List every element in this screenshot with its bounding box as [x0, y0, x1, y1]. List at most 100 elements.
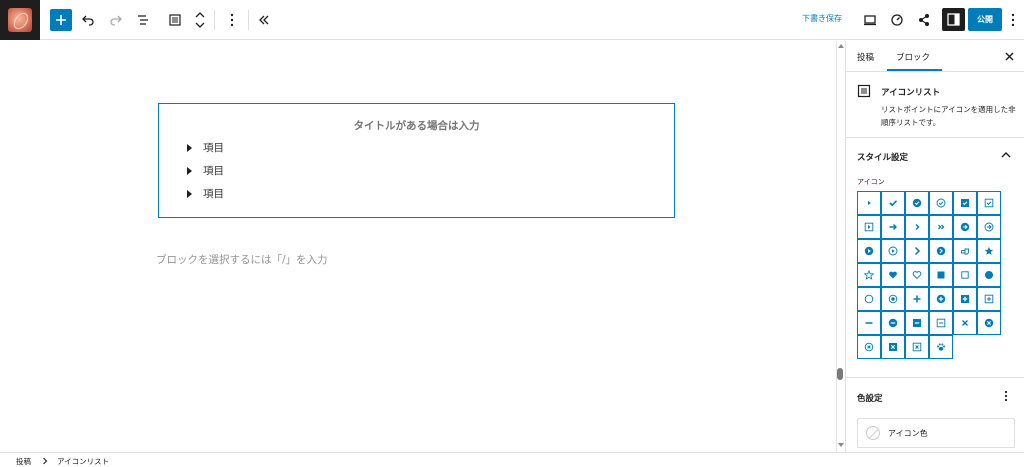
breadcrumb-post[interactable]: 投稿 [16, 456, 31, 467]
icon-option[interactable] [881, 191, 905, 215]
icon-option[interactable] [977, 191, 1001, 215]
list-item[interactable]: 項目 [187, 186, 224, 201]
chevron-up-icon[interactable] [1000, 149, 1012, 161]
icon-option[interactable] [905, 215, 929, 239]
icon-option[interactable] [977, 239, 1001, 263]
icon-option[interactable] [929, 215, 953, 239]
icon-option[interactable] [977, 263, 1001, 287]
block-options-button[interactable] [220, 8, 244, 32]
settings-sidebar: 投稿 ブロック アイコンリスト リストポイントにアイコンを適用した非順序リストで… [845, 41, 1024, 452]
icon-option[interactable] [953, 311, 977, 335]
icon-option[interactable] [953, 191, 977, 215]
close-sidebar-button[interactable] [1002, 49, 1016, 63]
icon-option[interactable] [905, 263, 929, 287]
editor-toolbar: 下書き保存 公開 [0, 0, 1024, 40]
arrow-circle-outline-icon [984, 222, 994, 232]
hand-point-icon [961, 248, 969, 255]
share-button[interactable] [912, 8, 936, 32]
move-block-button[interactable] [188, 8, 212, 32]
toolbar-divider [214, 10, 215, 30]
icon-option[interactable] [857, 215, 881, 239]
icon-option[interactable] [953, 215, 977, 239]
square-filled-icon [937, 271, 945, 279]
site-logo[interactable] [0, 0, 40, 40]
icon-option[interactable] [881, 239, 905, 263]
icon-option[interactable] [929, 335, 953, 359]
plus-circle-filled-icon [936, 294, 946, 304]
save-draft-button[interactable]: 下書き保存 [802, 13, 842, 24]
icon-color-option[interactable]: アイコン色 [857, 418, 1015, 448]
list-view-button[interactable] [131, 8, 155, 32]
list-item[interactable]: 項目 [187, 163, 224, 178]
scroll-down-arrow[interactable] [838, 443, 844, 447]
collapse-icon [259, 15, 269, 25]
icon-option[interactable] [953, 263, 977, 287]
undo-button[interactable] [76, 8, 100, 32]
canvas-scrollbar[interactable] [836, 41, 845, 452]
icon-option[interactable] [857, 263, 881, 287]
double-chevron-right-icon [938, 224, 945, 230]
arrow-circle-filled-icon [960, 222, 970, 232]
icon-option[interactable] [881, 263, 905, 287]
undo-icon [82, 15, 94, 26]
icon-option[interactable] [881, 311, 905, 335]
collapse-toolbar-button[interactable] [252, 8, 276, 32]
icon-option[interactable] [905, 335, 929, 359]
breadcrumb: 投稿 アイコンリスト [0, 452, 1024, 467]
icon-option[interactable] [929, 263, 953, 287]
tab-post[interactable]: 投稿 [857, 51, 874, 63]
icon-option[interactable] [857, 287, 881, 311]
redo-button[interactable] [104, 8, 128, 32]
scrollbar-thumb[interactable] [837, 368, 843, 380]
times-circle-outline-icon [864, 342, 874, 352]
icon-option[interactable] [929, 239, 953, 263]
scroll-up-arrow[interactable] [838, 44, 844, 48]
list-view-icon [138, 15, 148, 25]
move-icon [195, 12, 205, 28]
preview-button[interactable] [858, 8, 882, 32]
icon-option[interactable] [857, 335, 881, 359]
performance-button[interactable] [885, 8, 909, 32]
icon-list-block[interactable]: タイトルがある場合は入力 項目 項目 項目 [158, 103, 675, 218]
icon-option[interactable] [857, 311, 881, 335]
icon-option[interactable] [881, 287, 905, 311]
block-title-input[interactable]: タイトルがある場合は入力 [159, 118, 674, 133]
icon-option[interactable] [953, 239, 977, 263]
times-square-outline-icon [912, 342, 922, 352]
icon-option[interactable] [977, 215, 1001, 239]
icon-option[interactable] [929, 311, 953, 335]
options-button[interactable] [1006, 8, 1020, 32]
list-item[interactable]: 項目 [187, 140, 224, 155]
color-section-title: 色設定 [857, 394, 883, 404]
icon-option[interactable] [905, 191, 929, 215]
settings-toggle-button[interactable] [942, 8, 965, 31]
icon-option[interactable] [977, 287, 1001, 311]
add-block-button[interactable] [50, 9, 72, 31]
editor-canvas[interactable]: タイトルがある場合は入力 項目 項目 項目 ブロックを選択するには「/」を入力 [0, 41, 835, 452]
icon-option[interactable] [905, 287, 929, 311]
breadcrumb-icon-list[interactable]: アイコンリスト [57, 456, 109, 467]
icon-option[interactable] [857, 239, 881, 263]
plus-square-outline-icon [984, 294, 994, 304]
block-appender-placeholder[interactable]: ブロックを選択するには「/」を入力 [156, 252, 328, 267]
icon-option[interactable] [905, 239, 929, 263]
star-outline-icon [864, 270, 874, 280]
icon-option[interactable] [905, 311, 929, 335]
more-vertical-icon[interactable] [1000, 389, 1012, 403]
publish-button[interactable]: 公開 [968, 8, 1002, 31]
style-section-title[interactable]: スタイル設定 [857, 151, 908, 163]
minus-icon [865, 322, 873, 324]
checkbox-filled-icon [961, 199, 969, 207]
icon-option[interactable] [929, 191, 953, 215]
icon-option[interactable] [881, 335, 905, 359]
block-type-button[interactable] [163, 8, 187, 32]
icon-option[interactable] [977, 311, 1001, 335]
minus-circle-filled-icon [888, 318, 898, 328]
icon-option[interactable] [881, 215, 905, 239]
icon-option[interactable] [857, 191, 881, 215]
paw-icon [937, 343, 945, 351]
plus-square-filled-icon [961, 295, 969, 303]
tab-block[interactable]: ブロック [896, 51, 930, 63]
icon-option[interactable] [953, 287, 977, 311]
icon-option[interactable] [929, 287, 953, 311]
